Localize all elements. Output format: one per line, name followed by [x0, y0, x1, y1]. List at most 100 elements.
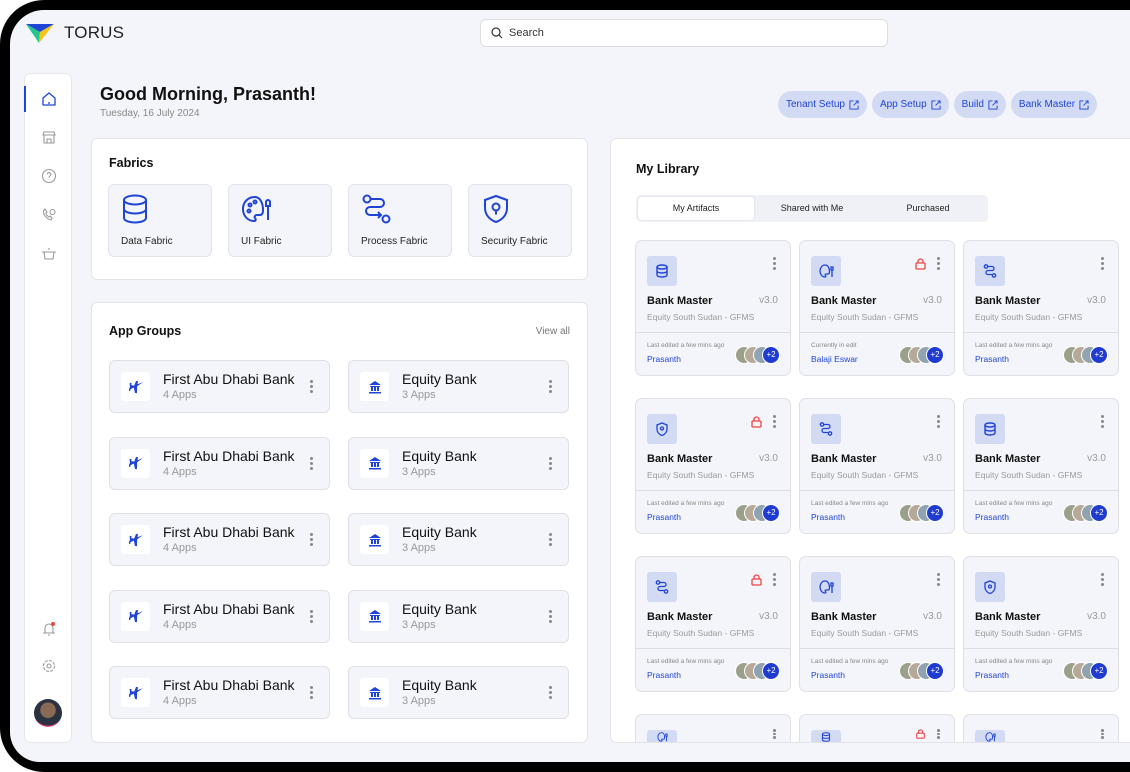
- artifact-subtitle: Equity South Sudan - GFMS: [975, 312, 1083, 322]
- fabric-data[interactable]: Data Fabric: [108, 184, 212, 257]
- app-group-card[interactable]: Equity Bank 3 Apps: [348, 436, 569, 490]
- artifact-card[interactable]: [635, 714, 791, 742]
- quick-link-button[interactable]: Build: [953, 91, 1006, 118]
- more-options-icon[interactable]: [1101, 257, 1104, 270]
- quick-link-button[interactable]: Tenant Setup: [778, 91, 867, 118]
- more-options-icon[interactable]: [549, 533, 552, 546]
- artifact-subtitle: Equity South Sudan - GFMS: [647, 470, 755, 480]
- more-options-icon[interactable]: [773, 257, 776, 270]
- more-options-icon[interactable]: [1101, 573, 1104, 586]
- more-options-icon[interactable]: [310, 686, 313, 699]
- editor-name[interactable]: Prasanth: [647, 670, 681, 680]
- app-group-card[interactable]: First Abu Dhabi Bank 4 Apps: [109, 513, 330, 566]
- avatar[interactable]: [34, 699, 62, 727]
- artifact-card[interactable]: Bank Master v3.0 Equity South Sudan - GFMS…: [963, 240, 1119, 376]
- lock-icon: [751, 416, 762, 428]
- artifact-card[interactable]: [963, 714, 1119, 742]
- more-options-icon[interactable]: [773, 573, 776, 586]
- editor-name[interactable]: Prasanth: [647, 512, 681, 522]
- sidebar-item-basket[interactable]: [39, 244, 59, 264]
- sidebar-item-store[interactable]: [39, 127, 59, 147]
- editor-name[interactable]: Prasanth: [811, 512, 845, 522]
- quick-link-button[interactable]: Bank Master: [1010, 91, 1098, 118]
- more-options-icon[interactable]: [1101, 415, 1104, 428]
- more-options-icon[interactable]: [773, 729, 776, 739]
- artifact-type-icon: [975, 414, 1005, 444]
- more-options-icon[interactable]: [1101, 729, 1104, 739]
- artifact-card[interactable]: Bank Master v3.0 Equity South Sudan - GFMS…: [635, 398, 791, 534]
- artifact-card[interactable]: Bank Master v3.0 Equity South Sudan - GFMS…: [635, 240, 791, 376]
- database-icon: [984, 422, 996, 436]
- artifact-card[interactable]: Bank Master v3.0 Equity South Sudan - GFMS…: [963, 556, 1119, 692]
- artifact-type-icon: [975, 572, 1005, 602]
- app-group-card[interactable]: First Abu Dhabi Bank 4 Apps: [109, 436, 330, 490]
- editor-name[interactable]: Prasanth: [975, 354, 1009, 364]
- collaborator-avatars[interactable]: +2: [735, 346, 780, 364]
- view-all-link[interactable]: View all: [536, 326, 570, 337]
- artifact-card[interactable]: Bank Master v3.0 Equity South Sudan - GFMS…: [963, 398, 1119, 534]
- more-options-icon[interactable]: [937, 573, 940, 586]
- fabric-security[interactable]: Security Fabric: [468, 184, 572, 257]
- fabric-label: Process Fabric: [361, 236, 428, 247]
- more-options-icon[interactable]: [937, 729, 940, 739]
- sidebar-item-support[interactable]: [39, 205, 59, 225]
- collaborator-avatars[interactable]: +2: [899, 504, 944, 522]
- app-group-card[interactable]: First Abu Dhabi Bank 4 Apps: [109, 589, 330, 643]
- quick-link-button[interactable]: App Setup: [871, 91, 949, 118]
- sidebar-item-home[interactable]: [39, 89, 59, 109]
- collaborator-avatars[interactable]: +2: [1063, 662, 1108, 680]
- more-options-icon[interactable]: [310, 533, 313, 546]
- editor-name[interactable]: Prasanth: [811, 670, 845, 680]
- artifact-subtitle: Equity South Sudan - GFMS: [811, 628, 919, 638]
- app-group-count: 4 Apps: [163, 465, 197, 478]
- more-options-icon[interactable]: [310, 609, 313, 623]
- artifact-type-icon: [647, 572, 677, 602]
- fabric-ui[interactable]: UI Fabric: [228, 184, 332, 257]
- artifact-card[interactable]: [799, 714, 955, 742]
- more-options-icon[interactable]: [549, 609, 552, 623]
- palette-icon: [818, 580, 834, 594]
- more-options-icon[interactable]: [549, 686, 552, 699]
- database-icon: [656, 264, 668, 278]
- notifications-button[interactable]: [39, 619, 59, 639]
- search-input[interactable]: Search: [480, 19, 888, 47]
- collaborator-avatars[interactable]: +2: [1063, 346, 1108, 364]
- editor-name[interactable]: Prasanth: [975, 670, 1009, 680]
- collaborator-avatars[interactable]: +2: [735, 504, 780, 522]
- app-group-card[interactable]: Equity Bank 3 Apps: [348, 513, 569, 566]
- collaborator-avatars[interactable]: +2: [899, 346, 944, 364]
- editor-name[interactable]: Prasanth: [975, 512, 1009, 522]
- collaborator-avatars[interactable]: +2: [735, 662, 780, 680]
- more-options-icon[interactable]: [310, 456, 313, 470]
- artifact-version: v3.0: [923, 295, 942, 306]
- app-screen: TORUS Search Good Morning, Prasanth! Tue…: [10, 10, 1130, 762]
- more-options-icon[interactable]: [549, 456, 552, 470]
- collaborator-avatars[interactable]: +2: [899, 662, 944, 680]
- process-icon: [819, 422, 833, 436]
- collaborator-avatars[interactable]: +2: [1063, 504, 1108, 522]
- app-group-card[interactable]: First Abu Dhabi Bank 4 Apps: [109, 360, 330, 413]
- artifact-card[interactable]: Bank Master v3.0 Equity South Sudan - GFMS…: [799, 398, 955, 534]
- app-group-card[interactable]: Equity Bank 3 Apps: [348, 360, 569, 413]
- sidebar-item-help[interactable]: [39, 166, 59, 186]
- app-group-card[interactable]: First Abu Dhabi Bank 4 Apps: [109, 666, 330, 719]
- more-options-icon[interactable]: [937, 415, 940, 428]
- store-icon: [42, 131, 56, 144]
- settings-button[interactable]: [39, 656, 59, 676]
- editor-name[interactable]: Prasanth: [647, 354, 681, 364]
- artifact-card[interactable]: Bank Master v3.0 Equity South Sudan - GFMS…: [799, 240, 955, 376]
- app-group-card[interactable]: Equity Bank 3 Apps: [348, 666, 569, 719]
- fabric-process[interactable]: Process Fabric: [348, 184, 452, 257]
- divider: [636, 648, 790, 649]
- app-group-card[interactable]: Equity Bank 3 Apps: [348, 589, 569, 643]
- more-options-icon[interactable]: [937, 257, 940, 270]
- more-options-icon[interactable]: [549, 380, 552, 393]
- artifact-card[interactable]: Bank Master v3.0 Equity South Sudan - GFMS…: [799, 556, 955, 692]
- quick-link-label: App Setup: [879, 99, 927, 110]
- artifact-version: v3.0: [1087, 453, 1106, 464]
- more-options-icon[interactable]: [773, 415, 776, 428]
- more-options-icon[interactable]: [310, 380, 313, 393]
- editor-name[interactable]: Balaji Eswar: [811, 354, 858, 364]
- artifact-type-icon: [811, 572, 841, 602]
- artifact-card[interactable]: Bank Master v3.0 Equity South Sudan - GFMS…: [635, 556, 791, 692]
